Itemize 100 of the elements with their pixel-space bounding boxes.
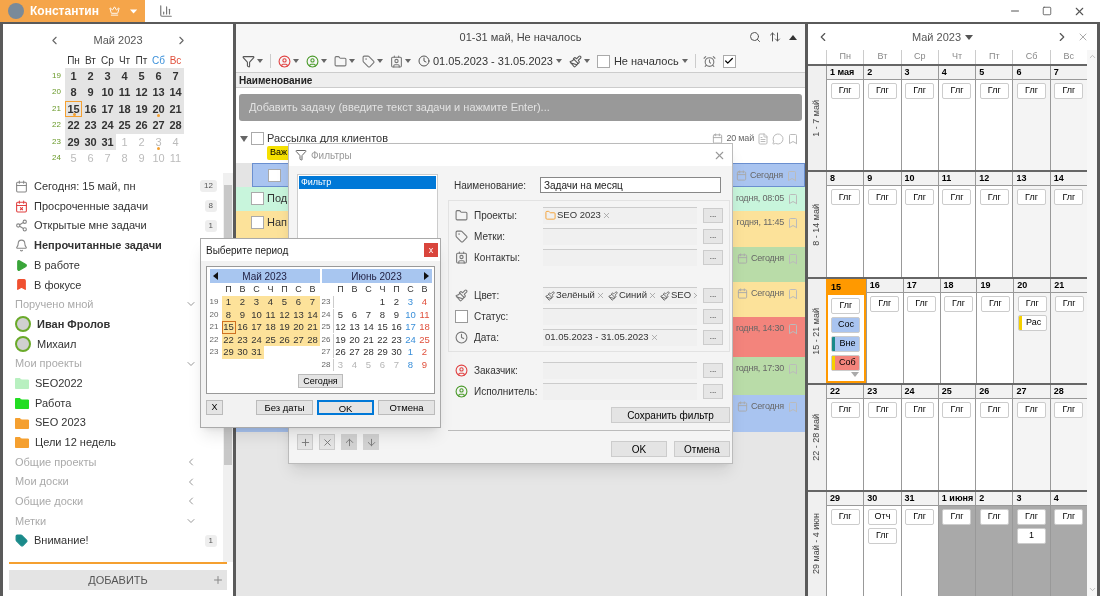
weekday-label: Чт [117,53,132,68]
week-number: 22 [209,333,220,346]
day-number: 24 [901,385,938,400]
weekday-label: В [308,282,317,296]
day-number: 26 [976,385,1013,400]
day-number: 13 [1013,172,1050,187]
day-number: 19 [977,278,1014,293]
weekday-label: Сб [1012,50,1050,64]
day-number: 2 [976,491,1013,506]
day-number: 18 [940,278,977,293]
week-number: 19 [209,296,220,309]
day-number: 16 [866,278,903,293]
field-label: Статус: [474,309,509,324]
day-number: 30 [864,491,901,506]
weekday-label: Пн [66,53,81,68]
day-number: 11 [938,172,976,187]
day-number: 12 [976,172,1013,187]
day-number: 8 [827,172,864,187]
week-range-label: 22 - 28 май [810,414,823,461]
day-number: 28 [1050,385,1087,400]
week-number: 21 [52,102,62,115]
weekday-label: П [392,282,401,296]
weekday-label: Вс [168,53,183,68]
weekday-label: Пт [134,53,149,68]
task-title: Под [267,192,288,205]
week-number: 20 [209,308,220,321]
week-number: 27 [321,346,334,359]
weekday-label: Вс [1049,50,1087,64]
weekday-label: Ч [266,282,275,296]
weekday-label: Ср [100,53,115,68]
count-badge: 1 [204,219,217,232]
weekday-label: С [294,282,303,296]
weekday-label: Пн [826,50,864,64]
weekday-label: Пт [975,50,1013,64]
weekday-label: Чт [937,50,976,64]
day-number: 23 [864,385,901,400]
day-number: 29 [827,491,864,506]
calendar-title: Май 2023 [93,33,143,48]
weekday-label: Сб [151,53,166,68]
task-title: Рассылка для клиентов [267,132,389,145]
week-number: 23 [321,296,334,309]
field-label: Метки: [474,229,505,244]
due-date: 20 май [726,132,754,145]
day-number: 25 [938,385,976,400]
due-date: годня, 08:05 [735,192,784,205]
day-number: 7 [1050,66,1087,80]
week-number: 26 [321,333,334,346]
due-date: годня, 11:45 [736,216,784,229]
count-badge: 8 [204,200,217,213]
due-date: годня, 17:30 [735,362,784,375]
week-range-label: 8 - 14 май [810,203,823,246]
weekday-label: П [336,282,345,296]
week-number: 28 [321,358,334,371]
user-name: Константин [30,3,99,20]
field-label: Проекты: [474,208,517,223]
week-number: 20 [52,86,62,99]
field-label: Заказчик: [474,363,518,378]
day-number: 27 [1013,385,1050,400]
due-date: годня, 14:30 [735,322,784,335]
filter-value: 01.05.2023 - 31.05.2023 [545,330,649,345]
month-title: Июнь 2023 [350,269,403,284]
day-number: 10 [901,172,938,187]
day-number: 4 [938,66,976,80]
day-number: 3 [1013,491,1050,506]
week-number: 21 [209,321,220,334]
week-number: 24 [52,152,62,165]
weekday-label: В [238,282,247,296]
filter-value: SEO [670,288,691,303]
count-badge: 12 [200,180,217,193]
weekday-label: П [280,282,289,296]
day-number: 17 [903,278,940,293]
dialog-title: Выберите период [206,243,290,258]
weekday-label: Ср [900,50,938,64]
list-title: 01-31 май, Не началось [459,29,582,45]
week-number: 23 [52,135,62,148]
day-number: 5 [976,66,1013,80]
day-number: 6 [1013,66,1050,80]
weekday-label: Вт [84,53,97,68]
due-date: Сегодня [750,252,784,265]
week-number: 24 [321,308,334,321]
weekday-label: С [406,282,415,296]
day-number: 4 [1050,491,1087,506]
field-label: Наименование: [454,178,528,193]
field-label: Исполнитель: [474,384,538,399]
day-number: 1 июня [938,491,976,506]
day-number: 3 [901,66,938,80]
weekday-label: Ч [378,282,387,296]
day-number: 9 [864,172,901,187]
filter-value: SEO 2023 [557,208,601,223]
due-date: Сегодня [750,287,784,300]
day-number: 1 мая [827,66,864,80]
day-number: 2 [864,66,901,80]
week-range-label: 1 - 7 май [810,99,823,137]
month-title: Май 2023 [241,269,288,284]
dialog-title: Фильтры [311,148,352,163]
filter-value: Зелёный [556,288,595,303]
due-date: Сегодня [749,169,783,182]
day-number: 22 [827,385,864,400]
weekday-label: П [224,282,233,296]
week-number: 23 [209,346,220,359]
